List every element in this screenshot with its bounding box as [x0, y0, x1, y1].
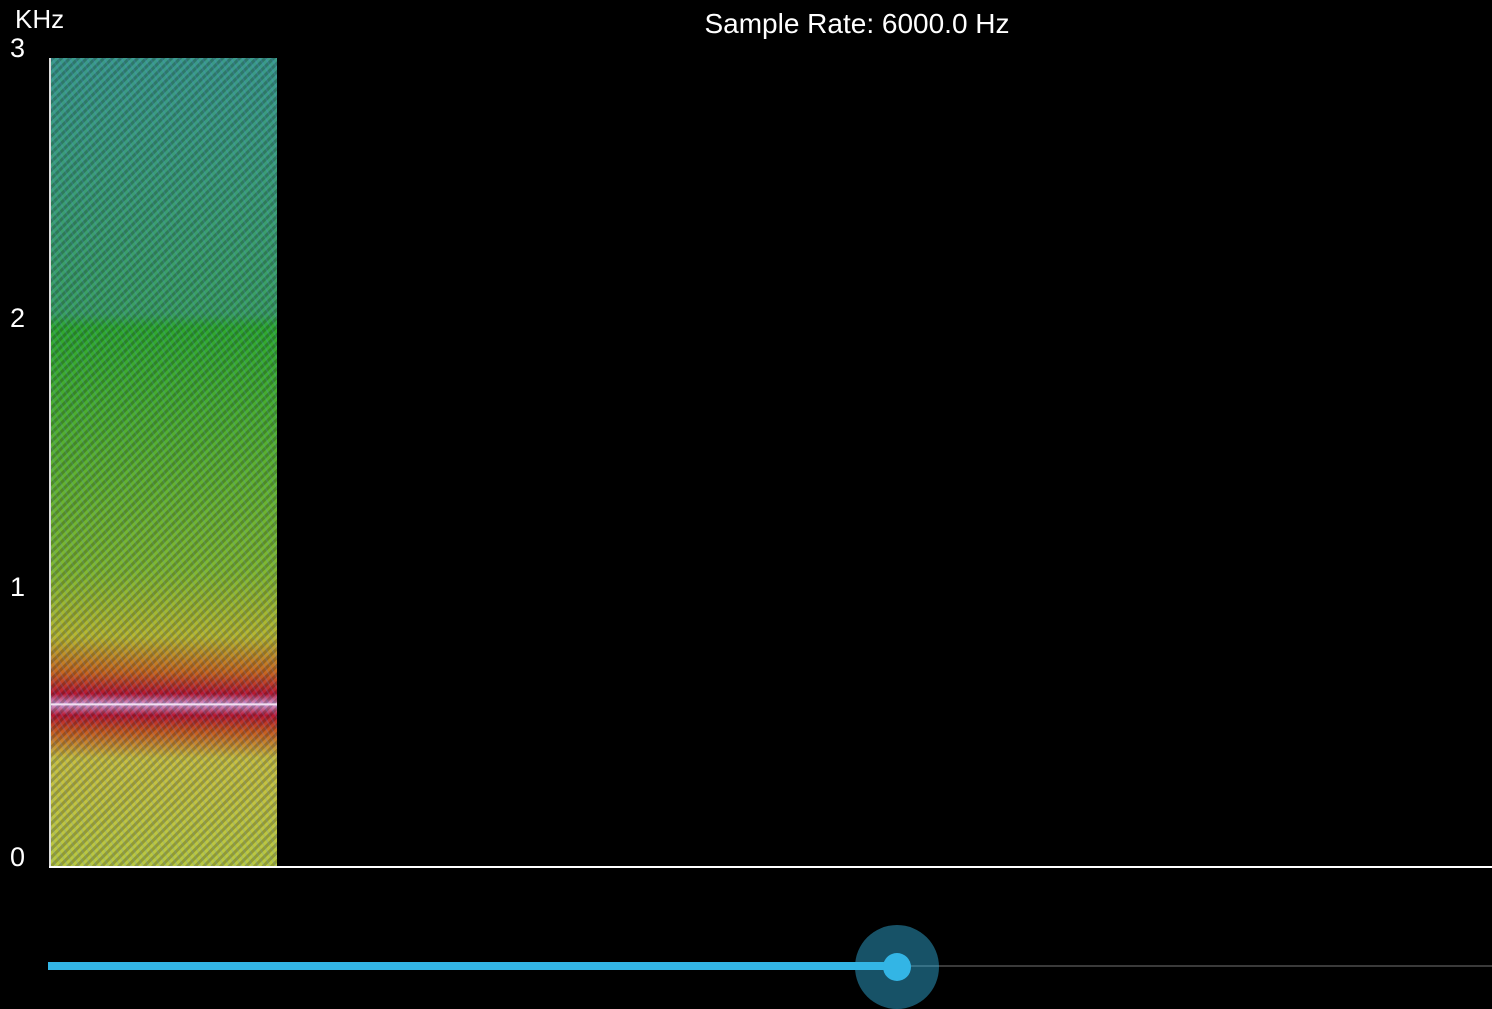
- y-tick-label-0: 0: [10, 842, 26, 872]
- y-tick-label-3: 3: [10, 33, 26, 63]
- spectrogram-image: [51, 58, 277, 866]
- sample-rate-title: Sample Rate: 6000.0 Hz: [704, 8, 1010, 39]
- y-tick-label-2: 2: [10, 303, 26, 333]
- slider-thumb[interactable]: [883, 953, 912, 981]
- x-axis-line: [49, 866, 1492, 868]
- spectrogram-speckle: [51, 58, 277, 866]
- spectrogram-svg: [51, 58, 277, 866]
- position-slider[interactable]: [48, 925, 1492, 1009]
- y-tick-label-1: 1: [10, 572, 26, 602]
- y-axis-line: [49, 58, 51, 868]
- slider-fill: [48, 962, 898, 970]
